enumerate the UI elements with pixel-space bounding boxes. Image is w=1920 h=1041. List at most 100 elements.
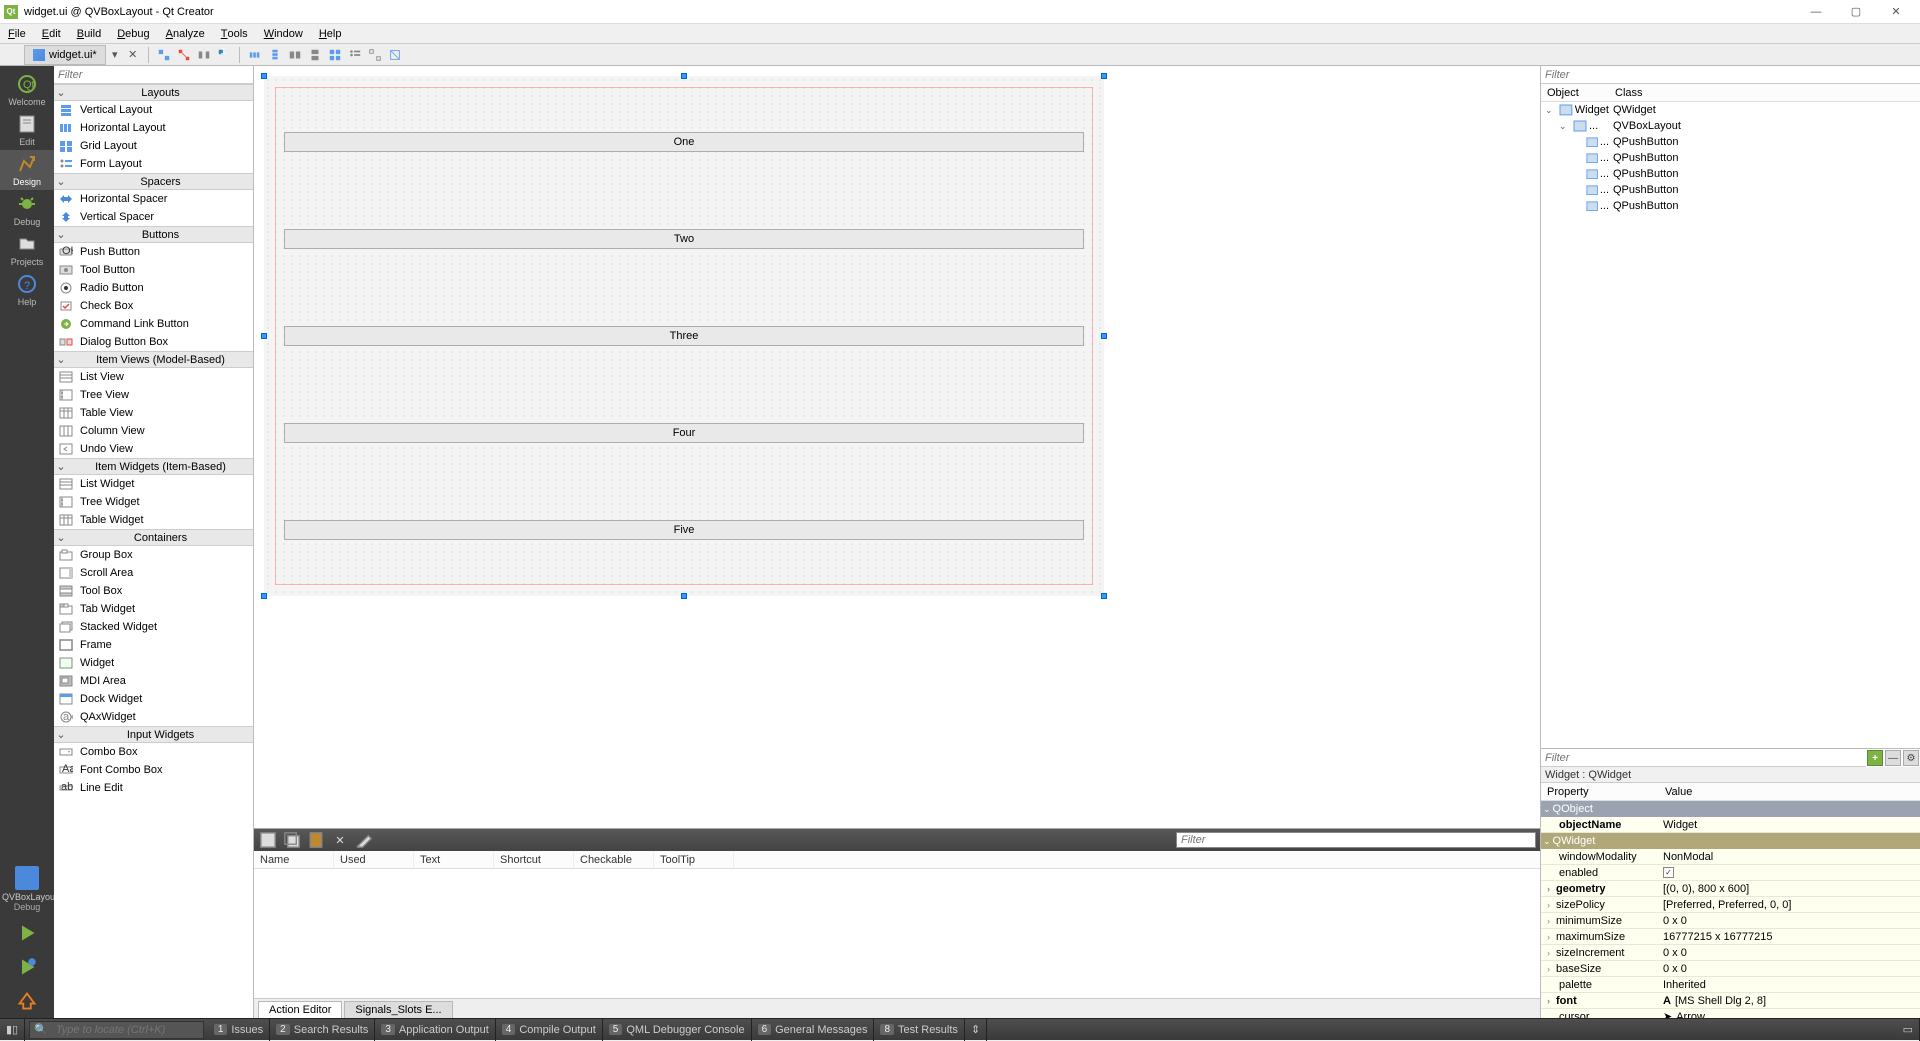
prop-group-qobject[interactable]: ⌄ QObject — [1541, 801, 1920, 817]
widget-radio-button[interactable]: Radio Button — [54, 279, 253, 297]
layout-form-icon[interactable] — [346, 46, 364, 64]
ae-col-checkable[interactable]: Checkable — [574, 851, 654, 868]
property-filter-input[interactable] — [1541, 749, 1866, 767]
mode-welcome[interactable]: QtWelcome — [0, 70, 54, 110]
tab-dropdown[interactable]: ▾ — [108, 46, 122, 64]
category-layouts[interactable]: ⌄Layouts — [54, 84, 253, 101]
mode-projects[interactable]: Projects — [0, 230, 54, 270]
locator[interactable]: 🔍 — [29, 1021, 204, 1039]
widget-push-button[interactable]: OKPush Button — [54, 243, 253, 261]
new-action-icon[interactable] — [258, 831, 278, 849]
run-debug-button[interactable] — [0, 950, 54, 984]
widget-qaxwidget[interactable]: axQAxWidget — [54, 708, 253, 726]
menu-edit[interactable]: Edit — [34, 24, 69, 43]
form-canvas[interactable]: OneTwoThreeFourFive — [254, 66, 1540, 828]
widget-horizontal-spacer[interactable]: Horizontal Spacer — [54, 190, 253, 208]
mode-debug[interactable]: Debug — [0, 190, 54, 230]
widget-dialog-button-box[interactable]: Dialog Button Box — [54, 333, 253, 351]
break-layout-icon[interactable] — [366, 46, 384, 64]
edit-signals-icon[interactable] — [175, 46, 193, 64]
locator-input[interactable] — [52, 1024, 203, 1036]
build-button[interactable] — [0, 984, 54, 1018]
output-pane-qml-debugger-console[interactable]: 5QML Debugger Console — [603, 1019, 752, 1041]
widget-combo-box[interactable]: Combo Box — [54, 743, 253, 761]
category-spacers[interactable]: ⌄Spacers — [54, 173, 253, 190]
ae-col-used[interactable]: Used — [334, 851, 414, 868]
remove-property-button[interactable]: — — [1885, 750, 1901, 766]
object-column-header[interactable]: Object — [1541, 84, 1609, 101]
prop-minimumSize[interactable]: minimumSize0 x 0 — [1541, 913, 1920, 929]
output-pane-issues[interactable]: 1Issues — [208, 1019, 270, 1041]
widget-check-box[interactable]: Check Box — [54, 297, 253, 315]
widget-tab-widget[interactable]: Tab Widget — [54, 600, 253, 618]
widget-tool-box[interactable]: Tool Box — [54, 582, 253, 600]
edit-buddies-icon[interactable] — [195, 46, 213, 64]
menu-debug[interactable]: Debug — [109, 24, 157, 43]
category-item-views-model-based-[interactable]: ⌄Item Views (Model-Based) — [54, 351, 253, 368]
category-input-widgets[interactable]: ⌄Input Widgets — [54, 726, 253, 743]
layout-vbox-icon[interactable] — [266, 46, 284, 64]
object-row[interactable]: ⌄...QVBoxLayout — [1541, 118, 1920, 134]
menu-tools[interactable]: Tools — [213, 24, 256, 43]
widget-mdi-area[interactable]: MDI Area — [54, 672, 253, 690]
ae-tab-1[interactable]: Signals_Slots E... — [344, 1001, 452, 1018]
prop-cursor[interactable]: cursor➤ Arrow — [1541, 1009, 1920, 1018]
widget-list-widget[interactable]: List Widget — [54, 475, 253, 493]
prop-objectName[interactable]: objectNameWidget — [1541, 817, 1920, 833]
ae-col-tooltip[interactable]: ToolTip — [654, 851, 734, 868]
menu-window[interactable]: Window — [256, 24, 311, 43]
widget-vertical-spacer[interactable]: Vertical Spacer — [54, 208, 253, 226]
panes-menu-button[interactable]: ⇕ — [965, 1019, 987, 1041]
prop-geometry[interactable]: geometry[(0, 0), 800 x 600] — [1541, 881, 1920, 897]
form-button-three[interactable]: Three — [284, 326, 1084, 346]
maximize-button[interactable]: ▢ — [1836, 0, 1876, 24]
widget-table-widget[interactable]: Table Widget — [54, 511, 253, 529]
widget-stacked-widget[interactable]: Stacked Widget — [54, 618, 253, 636]
widget-column-view[interactable]: Column View — [54, 422, 253, 440]
layout-vsplit-icon[interactable] — [306, 46, 324, 64]
close-tab-button[interactable]: ✕ — [124, 46, 142, 64]
edit-action-icon[interactable] — [354, 831, 374, 849]
mode-edit[interactable]: Edit — [0, 110, 54, 150]
prop-palette[interactable]: paletteInherited — [1541, 977, 1920, 993]
ae-col-name[interactable]: Name — [254, 851, 334, 868]
widget-frame[interactable]: Frame — [54, 636, 253, 654]
output-pane-compile-output[interactable]: 4Compile Output — [496, 1019, 603, 1041]
widget-widget[interactable]: Widget — [54, 654, 253, 672]
form-button-one[interactable]: One — [284, 132, 1084, 152]
adjust-size-icon[interactable] — [386, 46, 404, 64]
checkbox-icon[interactable]: ✓ — [1663, 867, 1674, 878]
menu-analyze[interactable]: Analyze — [158, 24, 213, 43]
object-row[interactable]: ...QPushButton — [1541, 150, 1920, 166]
prop-font[interactable]: fontA [MS Shell Dlg 2, 8] — [1541, 993, 1920, 1009]
prop-baseSize[interactable]: baseSize0 x 0 — [1541, 961, 1920, 977]
layout-hbox-icon[interactable] — [246, 46, 264, 64]
widget-scroll-area[interactable]: Scroll Area — [54, 564, 253, 582]
widget-tool-button[interactable]: Tool Button — [54, 261, 253, 279]
class-column-header[interactable]: Class — [1609, 84, 1649, 101]
value-col-header[interactable]: Value — [1659, 783, 1698, 800]
menu-help[interactable]: Help — [311, 24, 350, 43]
ae-col-text[interactable]: Text — [414, 851, 494, 868]
object-row[interactable]: ...QPushButton — [1541, 182, 1920, 198]
widget-grid-layout[interactable]: Grid Layout — [54, 137, 253, 155]
prop-enabled[interactable]: enabled✓ — [1541, 865, 1920, 881]
widget-horizontal-layout[interactable]: Horizontal Layout — [54, 119, 253, 137]
output-pane-application-output[interactable]: 3Application Output — [375, 1019, 495, 1041]
ae-tab-0[interactable]: Action Editor — [258, 1001, 342, 1018]
widget-tree-widget[interactable]: Tree Widget — [54, 493, 253, 511]
output-pane-test-results[interactable]: 8Test Results — [874, 1019, 964, 1041]
widget-tree-view[interactable]: Tree View — [54, 386, 253, 404]
output-pane-search-results[interactable]: 2Search Results — [270, 1019, 375, 1041]
property-col-header[interactable]: Property — [1541, 783, 1659, 800]
widget-form-layout[interactable]: Form Layout — [54, 155, 253, 173]
configure-property-button[interactable]: ⚙ — [1903, 750, 1919, 766]
open-file-tab[interactable]: widget.ui* — [24, 45, 106, 65]
prop-maximumSize[interactable]: maximumSize16777215 x 16777215 — [1541, 929, 1920, 945]
root-widget[interactable]: OneTwoThreeFourFive — [264, 76, 1104, 596]
close-button[interactable]: ✕ — [1876, 0, 1916, 24]
form-button-four[interactable]: Four — [284, 423, 1084, 443]
run-button[interactable] — [0, 916, 54, 950]
action-filter-input[interactable] — [1176, 832, 1536, 848]
output-pane-general-messages[interactable]: 6General Messages — [752, 1019, 875, 1041]
